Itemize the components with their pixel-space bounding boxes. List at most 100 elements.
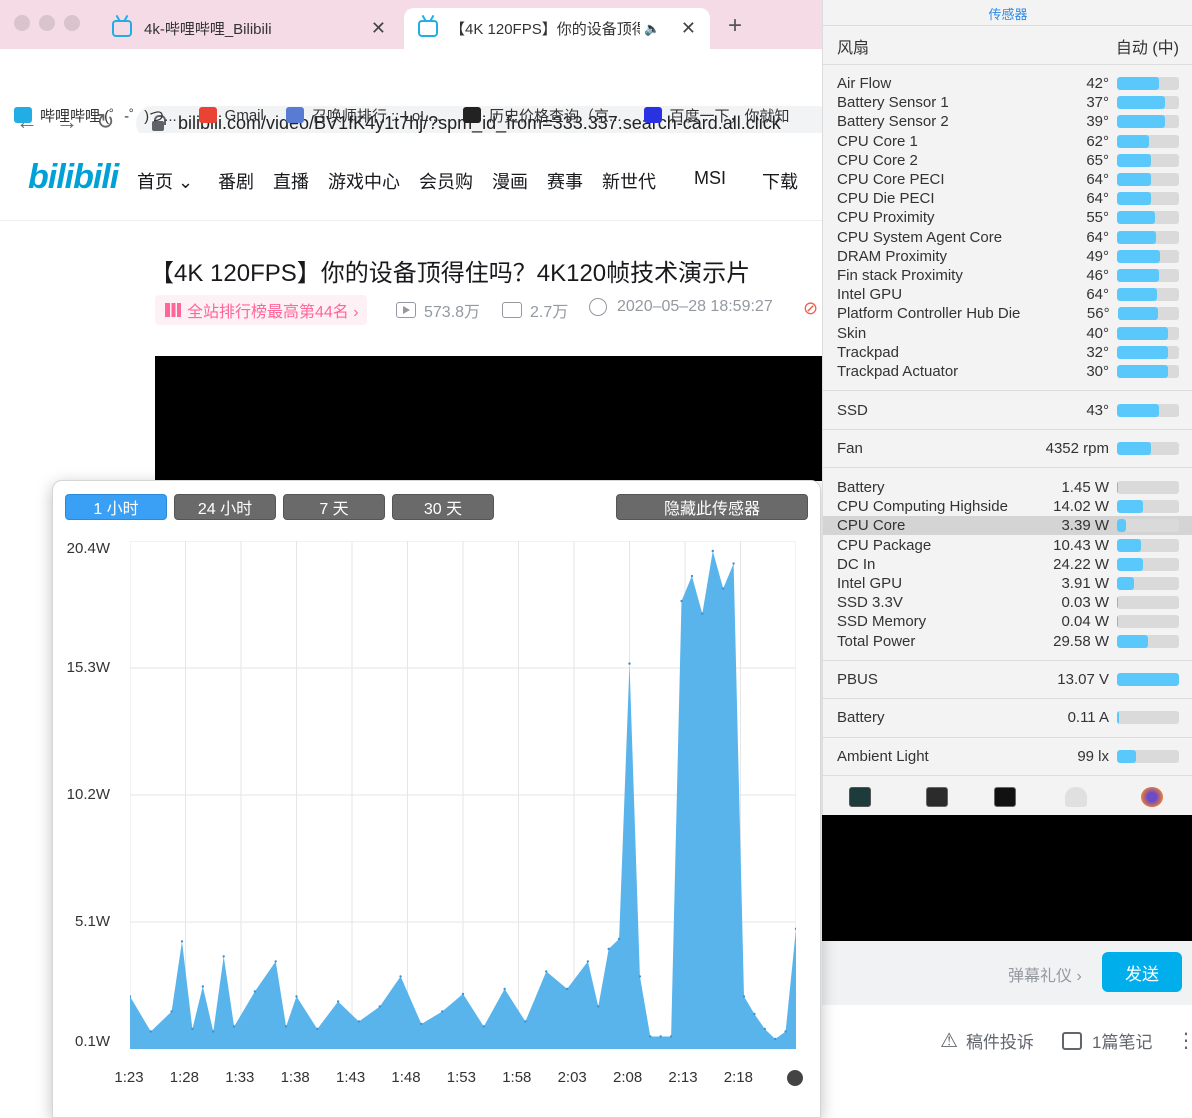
video-player[interactable] — [155, 356, 822, 481]
new-tab-button[interactable]: + — [728, 12, 742, 40]
more-vertical-icon[interactable]: ⋮ — [1176, 1028, 1192, 1053]
sensor-row[interactable]: SSD 43° — [837, 401, 1179, 420]
data-point — [628, 662, 631, 665]
nav-item[interactable]: 直播 — [273, 168, 309, 194]
data-point — [565, 987, 569, 991]
sensor-row[interactable]: Battery 1.45 W — [837, 478, 1179, 497]
sensor-row[interactable]: Battery 0.11 A — [837, 708, 1179, 727]
sensor-row[interactable]: Skin 40° — [837, 324, 1179, 343]
bookmark-item[interactable]: 哔哩哔哩 (゜-゜)つ... — [14, 105, 177, 126]
sensor-row[interactable]: Fin stack Proximity 46° — [837, 266, 1179, 285]
sensor-row[interactable]: DRAM Proximity 49° — [837, 247, 1179, 266]
sensor-row[interactable]: Battery Sensor 1 37° — [837, 93, 1179, 112]
speaker-icon[interactable]: 🔈 — [644, 21, 660, 37]
nav-item[interactable]: 新世代 — [602, 168, 656, 194]
divider — [823, 429, 1192, 430]
sensor-row[interactable]: CPU Proximity 55° — [837, 208, 1179, 227]
sensor-value: 64° — [1086, 286, 1109, 304]
sensor-level-bar — [1117, 249, 1179, 263]
sensor-row[interactable]: CPU Core 3.39 W — [837, 516, 1179, 535]
sensor-level-bar — [1117, 192, 1179, 206]
terminal-icon[interactable] — [994, 787, 1016, 807]
window-minimize-button[interactable] — [39, 15, 55, 31]
bookmark-label: 百度一下，你就知 — [669, 107, 790, 125]
video-player-right[interactable] — [822, 815, 1192, 941]
range-1h-button[interactable]: 1 小时 — [65, 494, 167, 520]
activity-monitor-icon[interactable] — [849, 787, 871, 807]
nav-item[interactable]: 会员购 — [419, 168, 473, 194]
nav-item[interactable]: 首页 ⌄ — [137, 168, 193, 194]
sensor-name: CPU Core — [837, 517, 906, 535]
divider — [823, 737, 1192, 738]
data-point — [222, 955, 225, 958]
clock-icon — [589, 298, 607, 316]
x-tick-label: 1:43 — [335, 1069, 366, 1086]
nav-item[interactable]: 游戏中心 — [328, 168, 400, 194]
window-close-button[interactable] — [14, 15, 30, 31]
sensor-value: 13.07 V — [1057, 671, 1109, 688]
window-zoom-button[interactable] — [64, 15, 80, 31]
sensor-name: CPU System Agent Core — [837, 228, 1003, 246]
sensor-name: Battery Sensor 2 — [837, 113, 949, 131]
range-24h-button[interactable]: 24 小时 — [174, 494, 276, 520]
sensor-row[interactable]: CPU System Agent Core 64° — [837, 228, 1179, 247]
sensor-value: 30° — [1086, 363, 1109, 380]
hide-sensor-button[interactable]: 隐藏此传感器 — [616, 494, 808, 520]
nav-item[interactable]: 赛事 — [547, 168, 583, 194]
bookmark-item[interactable]: Gmail — [198, 107, 264, 124]
range-30d-button[interactable]: 30 天 — [392, 494, 494, 520]
bookmark-item[interactable]: 历史价格查询（京... — [463, 105, 622, 126]
sensor-row[interactable]: Total Power 29.58 W — [837, 632, 1179, 651]
data-point — [617, 937, 621, 941]
sensor-level-bar — [1117, 77, 1179, 90]
console-icon[interactable] — [926, 787, 948, 807]
sensor-value: 56° — [1086, 305, 1110, 323]
divider — [823, 25, 1192, 26]
nav-item[interactable]: 下载 — [762, 168, 798, 194]
send-danmaku-button[interactable]: 发送 — [1102, 952, 1182, 992]
sensor-row[interactable]: Trackpad 32° — [837, 343, 1179, 362]
close-tab-icon[interactable]: ✕ — [371, 18, 386, 39]
bookmark-item[interactable]: 百度一下，你就知 — [643, 105, 790, 126]
sensor-name: Trackpad — [837, 343, 899, 361]
sensor-row[interactable]: Platform Controller Hub Die 56° — [837, 304, 1179, 323]
sensor-row[interactable]: DC In 24.22 W — [837, 555, 1179, 574]
sensor-row[interactable]: Battery Sensor 2 39° — [837, 112, 1179, 131]
sensor-row[interactable]: SSD 3.3V 0.03 W — [837, 593, 1179, 612]
danmaku-etiquette-link[interactable]: 弹幕礼仪 › — [1008, 962, 1082, 986]
rank-badge[interactable]: 全站排行榜最高第44名 › — [155, 295, 367, 325]
sensor-row[interactable]: CPU Die PECI 64° — [837, 189, 1179, 208]
system-info-icon[interactable] — [1141, 787, 1163, 807]
data-point — [773, 1037, 777, 1041]
notes-action[interactable]: 1篇笔记 — [1062, 1028, 1152, 1053]
sensor-level-bar — [1117, 153, 1179, 167]
sensor-row[interactable]: SSD Memory 0.04 W — [837, 612, 1179, 631]
sensor-row[interactable]: Intel GPU 64° — [837, 285, 1179, 304]
nav-item[interactable]: 漫画 — [492, 168, 528, 194]
sensor-row[interactable]: Trackpad Actuator 30° — [837, 362, 1179, 381]
fan-mode-row[interactable]: 风扇 自动 (中) — [837, 34, 1179, 58]
nav-item[interactable]: MSI — [694, 168, 726, 189]
user-icon[interactable] — [1065, 787, 1087, 807]
sensor-row[interactable]: CPU Core PECI 64° — [837, 170, 1179, 189]
sensor-row[interactable]: CPU Computing Highside 14.02 W — [837, 497, 1179, 516]
bookmark-item[interactable]: 召唤师排行 :: LoL... — [285, 105, 441, 126]
close-tab-icon[interactable]: ✕ — [681, 18, 696, 39]
data-point — [763, 1027, 766, 1031]
tab-video-active[interactable]: 【4K 120FPS】你的设备顶得 🔈 ✕ — [404, 8, 710, 49]
sensor-row[interactable]: Fan 4352 rpm — [837, 439, 1179, 458]
sensor-row[interactable]: Intel GPU 3.91 W — [837, 574, 1179, 593]
sensor-row[interactable]: PBUS 13.07 V — [837, 670, 1179, 689]
sensor-row[interactable]: CPU Core 2 65° — [837, 151, 1179, 170]
sensor-row[interactable]: CPU Core 1 62° — [837, 132, 1179, 151]
sensor-row[interactable]: Air Flow 42° — [837, 74, 1179, 93]
range-7d-button[interactable]: 7 天 — [283, 494, 385, 520]
sensor-row[interactable]: CPU Package 10.43 W — [837, 536, 1179, 555]
nav-item[interactable]: 番剧 — [218, 168, 254, 194]
sensor-value: 99 lx — [1077, 748, 1109, 765]
sensor-row[interactable]: Ambient Light 99 lx — [837, 747, 1179, 766]
report-action[interactable]: ⚠ 稿件投诉 — [940, 1028, 1034, 1053]
clock-icon[interactable] — [787, 1070, 803, 1086]
tab-bilibili-search[interactable]: 4k-哔哩哔哩_Bilibili ✕ — [98, 8, 400, 49]
bilibili-logo[interactable]: bilibili — [28, 158, 119, 197]
